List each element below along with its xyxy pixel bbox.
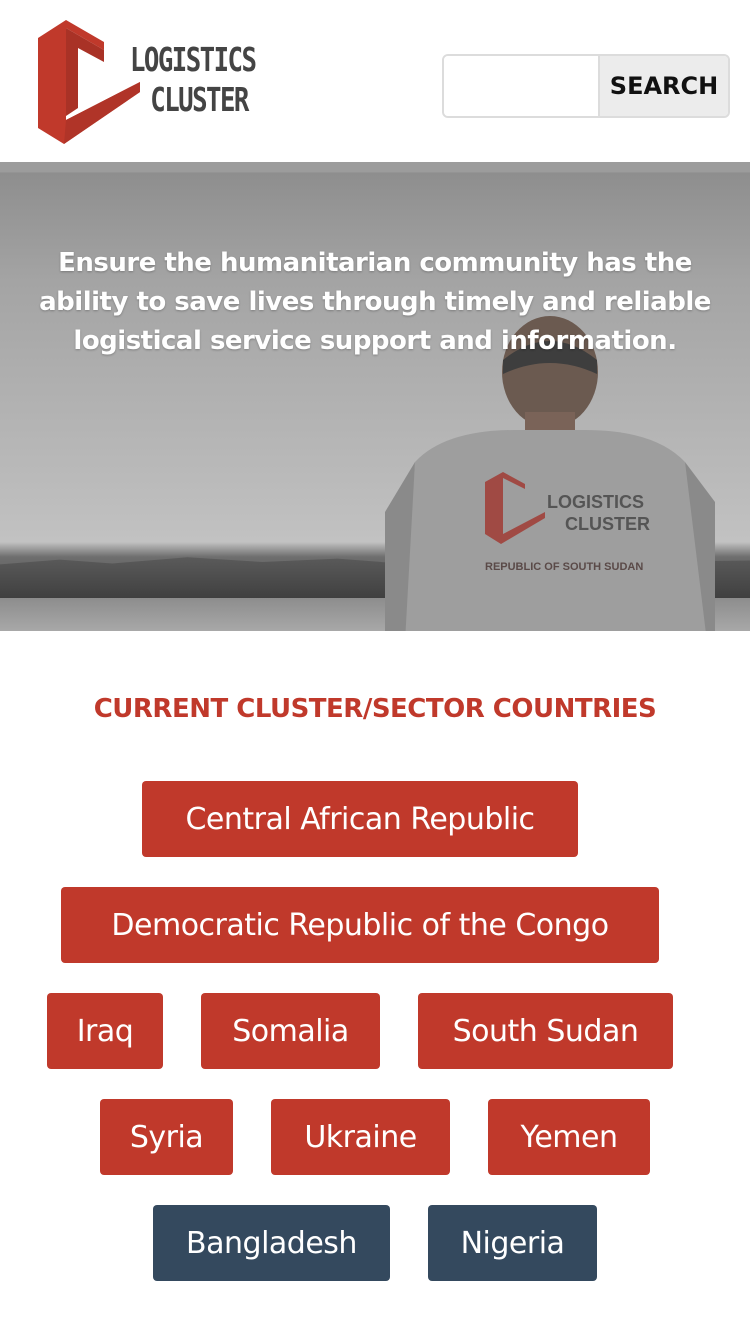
country-button-ukraine[interactable]: Ukraine: [271, 1099, 450, 1175]
logo-link[interactable]: LOGISTICS CLUSTER: [38, 20, 268, 144]
shirt-text-1: LOGISTICS: [547, 492, 644, 512]
hero-divider: [0, 162, 750, 172]
country-button-drc[interactable]: Democratic Republic of the Congo: [61, 887, 659, 963]
hero-banner: LOGISTICS CLUSTER REPUBLIC OF SOUTH SUDA…: [0, 162, 750, 631]
country-button-nigeria[interactable]: Nigeria: [428, 1205, 597, 1281]
country-button-south-sudan[interactable]: South Sudan: [418, 993, 673, 1069]
country-button-somalia[interactable]: Somalia: [201, 993, 380, 1069]
shirt-text-2: CLUSTER: [565, 514, 650, 534]
logo-line-1: LOGISTICS: [130, 40, 257, 79]
logo-line-2: CLUSTER: [150, 80, 249, 119]
country-button-bangladesh[interactable]: Bangladesh: [153, 1205, 390, 1281]
country-button-yemen[interactable]: Yemen: [488, 1099, 650, 1175]
search-input[interactable]: [444, 56, 598, 116]
shirt-text-3: REPUBLIC OF SOUTH SUDAN: [485, 561, 643, 573]
country-button-syria[interactable]: Syria: [100, 1099, 233, 1175]
search-form: SEARCH: [442, 54, 730, 118]
country-button-iraq[interactable]: Iraq: [47, 993, 163, 1069]
hero-tagline: Ensure the humanitarian community has th…: [39, 248, 711, 356]
country-button-central-african-republic[interactable]: Central African Republic: [142, 781, 578, 857]
logo-wordmark: LOGISTICS CLUSTER: [130, 40, 257, 120]
search-button[interactable]: SEARCH: [598, 56, 728, 116]
site-header: LOGISTICS CLUSTER SEARCH: [0, 0, 750, 162]
countries-heading: CURRENT CLUSTER/SECTOR COUNTRIES: [93, 694, 657, 724]
